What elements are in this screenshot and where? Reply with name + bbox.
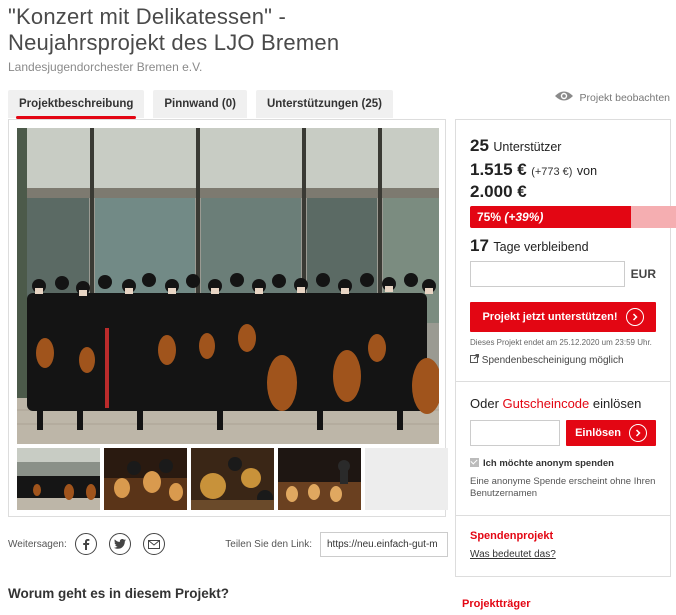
facebook-icon[interactable] bbox=[74, 533, 97, 555]
donation-sidebar: 25 Unterstützer 1.515 € (+773 €) von 2.0… bbox=[455, 119, 676, 577]
supporters-label: Unterstützer bbox=[493, 140, 562, 154]
share-bar: Weitersagen: Teilen Sie den Link: https:… bbox=[8, 531, 448, 557]
spendenprojekt-link[interactable]: Was bedeutet das? bbox=[470, 549, 656, 560]
voucher-link[interactable]: Gutscheincode bbox=[503, 396, 590, 411]
amount-row: EUR bbox=[470, 261, 656, 287]
divider bbox=[456, 515, 670, 516]
thumbnail-empty bbox=[365, 448, 448, 510]
amount-value: 1.515 € bbox=[470, 160, 527, 179]
thumbnail-4[interactable] bbox=[278, 448, 361, 510]
image-gallery bbox=[8, 119, 448, 517]
currency-label: EUR bbox=[630, 267, 656, 281]
anonymous-checkbox[interactable] bbox=[470, 458, 479, 467]
share-link-field[interactable]: https://neu.einfach-gut-m bbox=[320, 531, 448, 557]
eye-icon bbox=[554, 90, 574, 105]
thumbnail-1[interactable] bbox=[17, 448, 100, 510]
anonymous-note: Eine anonyme Spende erscheint ohne Ihren… bbox=[470, 476, 656, 499]
arrow-right-icon bbox=[628, 424, 647, 442]
voucher-heading: Oder Gutscheincode einlösen bbox=[470, 396, 656, 411]
redeem-button[interactable]: Einlösen bbox=[566, 420, 656, 446]
twitter-icon[interactable] bbox=[108, 533, 131, 555]
watch-project-label: Projekt beobachten bbox=[579, 91, 670, 104]
redeem-label: Einlösen bbox=[575, 427, 621, 439]
progress-bar: 75% (+39%) bbox=[470, 206, 676, 228]
tab-projektbeschreibung[interactable]: Projektbeschreibung bbox=[8, 90, 145, 119]
support-project-label: Projekt jetzt unterstützen! bbox=[482, 311, 618, 323]
email-icon[interactable] bbox=[142, 533, 165, 555]
tab-pinnwand[interactable]: Pinnwand (0) bbox=[153, 90, 247, 118]
share-link-value: https://neu.einfach-gut-m bbox=[327, 538, 438, 550]
anonymous-label: Ich möchte anonym spenden bbox=[483, 458, 614, 469]
tab-bar: Projektbeschreibung Pinnwand (0) Unterst… bbox=[8, 90, 393, 119]
progress-delta: (+39%) bbox=[504, 210, 544, 224]
project-title-line-2: Neujahrsprojekt des LJO Bremen bbox=[8, 30, 340, 55]
voucher-row: Einlösen bbox=[470, 420, 656, 446]
thumbnail-strip bbox=[17, 448, 448, 510]
project-title-line-1: "Konzert mit Delikatessen" - bbox=[8, 4, 286, 29]
spendenprojekt-title: Spendenprojekt bbox=[470, 530, 554, 542]
voucher-code-input[interactable] bbox=[470, 420, 560, 446]
end-note: Dieses Projekt endet am 25.12.2020 um 23… bbox=[470, 338, 652, 347]
project-title: "Konzert mit Delikatessen" - Neujahrspro… bbox=[8, 4, 339, 56]
main-photo[interactable] bbox=[17, 128, 439, 444]
days-label: Tage verbleibend bbox=[493, 240, 589, 254]
external-link-icon bbox=[470, 354, 482, 366]
supporters-count: 25 bbox=[470, 136, 489, 155]
supporters-line: 25 Unterstützer bbox=[470, 136, 656, 156]
section-title: Worum geht es in diesem Projekt? bbox=[8, 586, 230, 601]
thumbnail-2[interactable] bbox=[104, 448, 187, 510]
thumbnail-3[interactable] bbox=[191, 448, 274, 510]
share-link-label: Teilen Sie den Link: bbox=[225, 538, 312, 550]
progress-percent: 75% bbox=[477, 210, 502, 224]
support-project-button[interactable]: Projekt jetzt unterstützen! bbox=[470, 302, 656, 332]
watch-project-button[interactable]: Projekt beobachten bbox=[554, 90, 670, 105]
organization-name[interactable]: Landesjugendorchester Bremen e.V. bbox=[8, 60, 202, 74]
voucher-suffix: einlösen bbox=[592, 396, 642, 411]
divider bbox=[456, 381, 670, 382]
voucher-prefix: Oder bbox=[470, 396, 499, 411]
days-remaining: 17 Tage verbleibend bbox=[470, 236, 656, 256]
goal-value: 2.000 € bbox=[470, 182, 527, 201]
funding-amount: 1.515 € (+773 €) von 2.000 € bbox=[470, 160, 656, 202]
arrow-right-icon bbox=[625, 308, 644, 326]
donation-amount-input[interactable] bbox=[470, 261, 625, 287]
progress-text: 75% (+39%) bbox=[477, 206, 543, 228]
tab-unterstuetzungen[interactable]: Unterstützungen (25) bbox=[255, 90, 393, 118]
projekttraeger-title: Projektträger bbox=[462, 598, 531, 610]
amount-delta: (+773 €) bbox=[531, 166, 573, 178]
receipt-label[interactable]: Spendenbescheinigung möglich bbox=[482, 355, 624, 366]
receipt-line: Spendenbescheinigung möglich bbox=[470, 354, 656, 366]
days-count: 17 bbox=[470, 236, 489, 255]
share-label: Weitersagen: bbox=[8, 538, 67, 550]
of-label: von bbox=[576, 164, 598, 178]
anonymous-row[interactable]: Ich möchte anonym spenden bbox=[470, 458, 656, 469]
